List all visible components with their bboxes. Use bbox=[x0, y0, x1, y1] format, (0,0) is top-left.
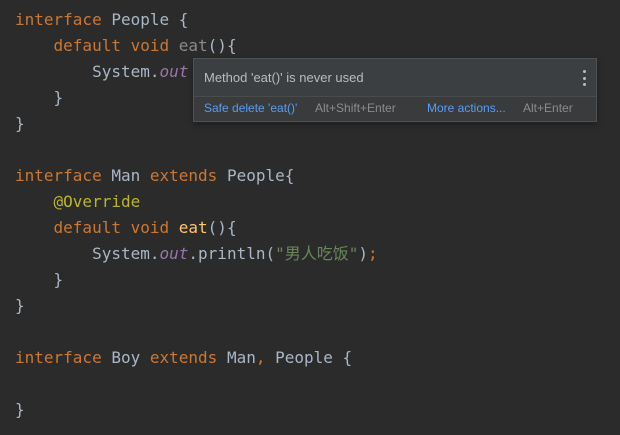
code-line-11: } bbox=[15, 269, 64, 291]
keyword-extends: extends bbox=[149, 348, 218, 367]
popup-actions-bar: Safe delete 'eat()' Alt+Shift+Enter More… bbox=[194, 97, 596, 121]
closing-brace: } bbox=[15, 88, 64, 107]
closing-brace: } bbox=[15, 270, 64, 289]
code-line-2: default void eat(){ bbox=[15, 35, 237, 57]
extends-man: Man bbox=[217, 348, 256, 367]
override-annotation: @Override bbox=[53, 192, 141, 211]
static-field-out: out bbox=[159, 244, 189, 263]
code-line-5: } bbox=[15, 113, 25, 135]
code-line-12: } bbox=[15, 295, 25, 317]
extends-people: People { bbox=[265, 348, 353, 367]
system-class: System. bbox=[92, 244, 160, 263]
code-editor[interactable]: interface People { default void eat(){ S… bbox=[0, 0, 620, 435]
safe-delete-link[interactable]: Safe delete 'eat()' bbox=[204, 101, 297, 115]
keyword-interface: interface bbox=[15, 348, 102, 367]
kebab-menu-icon[interactable] bbox=[582, 70, 586, 86]
extends-people: People{ bbox=[217, 166, 295, 185]
keyword-extends: extends bbox=[149, 166, 218, 185]
code-line-3: System.out bbox=[15, 61, 188, 83]
keyword-default-void: default void bbox=[53, 36, 170, 55]
closing-brace: } bbox=[15, 400, 25, 419]
keyword-interface: interface bbox=[15, 166, 102, 185]
code-line-10: System.out.println("男人吃饭"); bbox=[15, 243, 378, 265]
unused-method-eat[interactable]: eat bbox=[179, 36, 208, 55]
closing-brace: } bbox=[15, 114, 25, 133]
println-call: .println( bbox=[188, 244, 276, 263]
keyword-interface: interface bbox=[15, 10, 102, 29]
code-line-9: default void eat(){ bbox=[15, 217, 237, 239]
closing-brace: } bbox=[15, 296, 25, 315]
code-line-1: interface People { bbox=[15, 9, 188, 31]
more-actions-link[interactable]: More actions... bbox=[427, 101, 506, 115]
more-actions-shortcut: Alt+Enter bbox=[523, 101, 573, 115]
popup-message: Method 'eat()' is never used bbox=[204, 70, 364, 85]
inspection-popup: Method 'eat()' is never used Safe delete… bbox=[193, 58, 597, 122]
string-literal: "男人吃饭" bbox=[275, 244, 359, 263]
interface-name-man: Man bbox=[101, 166, 150, 185]
interface-name-boy: Boy bbox=[101, 348, 150, 367]
static-field-out: out bbox=[159, 62, 189, 81]
keyword-default-void: default void bbox=[53, 218, 170, 237]
method-parens: (){ bbox=[207, 218, 237, 237]
code-line-8: @Override bbox=[15, 191, 141, 213]
code-line-4: } bbox=[15, 87, 64, 109]
close-paren: ) bbox=[358, 244, 369, 263]
code-line-7: interface Man extends People{ bbox=[15, 165, 294, 187]
method-eat[interactable]: eat bbox=[179, 218, 208, 237]
safe-delete-shortcut: Alt+Shift+Enter bbox=[315, 101, 396, 115]
method-parens: (){ bbox=[207, 36, 237, 55]
code-line-16: } bbox=[15, 399, 25, 421]
system-class: System. bbox=[92, 62, 160, 81]
semicolon: ; bbox=[368, 244, 378, 263]
interface-name-people: People { bbox=[101, 10, 189, 29]
code-line-14: interface Boy extends Man, People { bbox=[15, 347, 352, 369]
